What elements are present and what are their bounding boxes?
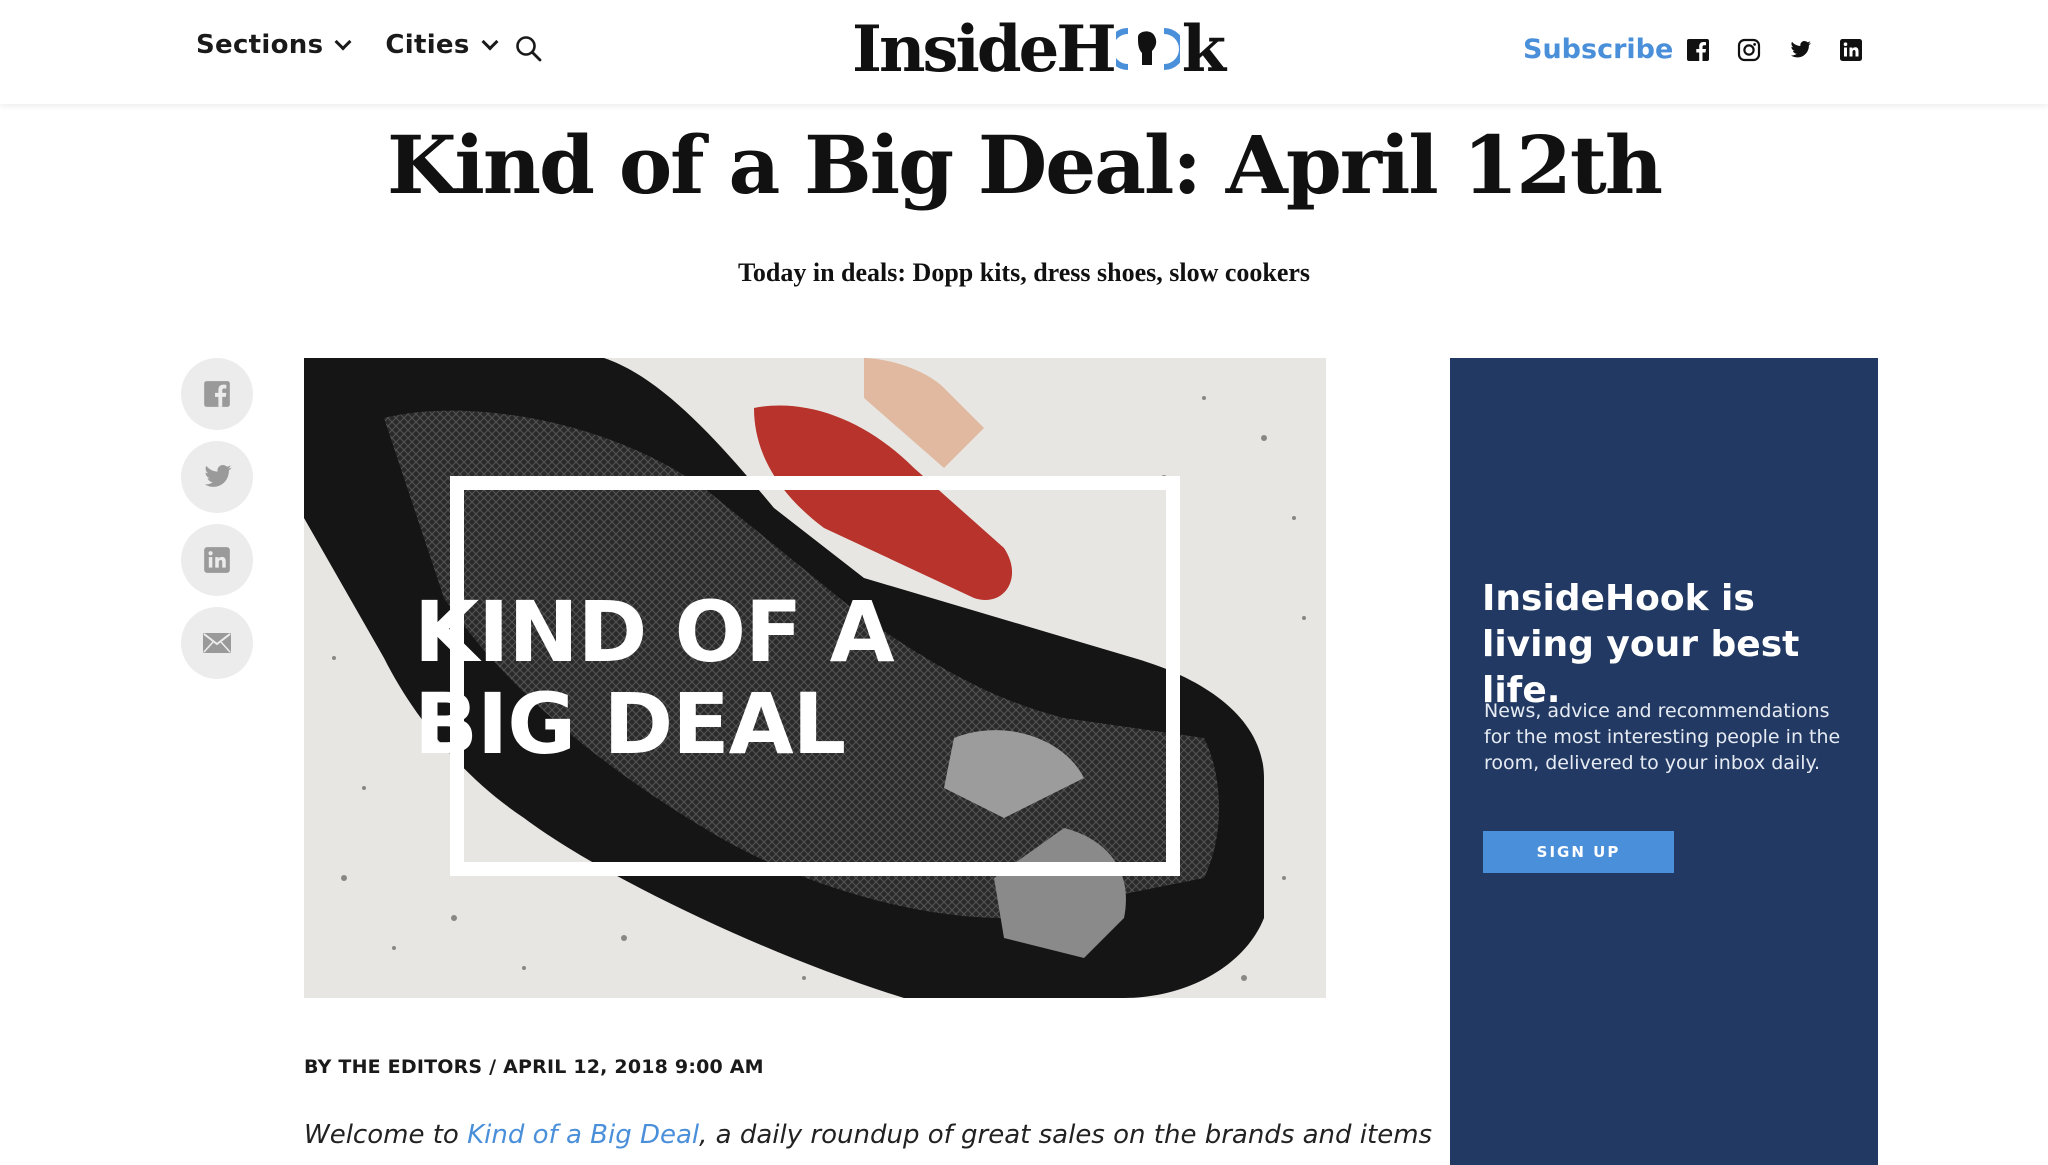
linkedin-icon	[204, 547, 230, 573]
logo-hook-mark	[1115, 25, 1180, 73]
hero-line-2: BIG DEAL	[414, 675, 846, 773]
chevron-down-icon	[481, 33, 499, 51]
article-byline: BY THE EDITORS / APRIL 12, 2018 9:00 AM	[304, 1056, 764, 1078]
intro-prefix: Welcome to	[304, 1120, 468, 1150]
nav-cities[interactable]: Cities	[385, 30, 499, 60]
nav-sections[interactable]: Sections	[196, 30, 352, 60]
hero-image: KIND OF A BIG DEAL	[304, 358, 1326, 998]
primary-nav: Sections Cities	[196, 30, 532, 60]
hero-line-1: KIND OF A	[414, 583, 895, 681]
nav-cities-label: Cities	[385, 30, 470, 60]
linkedin-icon[interactable]	[1839, 38, 1863, 62]
article-intro: Welcome to Kind of a Big Deal, a daily r…	[304, 1120, 1432, 1150]
search-button[interactable]	[514, 34, 544, 64]
logo-text-right: k	[1181, 11, 1226, 87]
share-linkedin-button[interactable]	[181, 524, 253, 596]
chevron-down-icon	[334, 33, 352, 51]
site-logo[interactable]: InsideH k	[852, 11, 1226, 87]
instagram-icon[interactable]	[1737, 38, 1761, 62]
ad-title: InsideHook is living your best life.	[1482, 578, 1800, 711]
article-title: Kind of a Big Deal: April 12th	[386, 118, 1663, 212]
twitter-icon	[204, 464, 232, 487]
hero-overlay-text: KIND OF A BIG DEAL	[304, 358, 1326, 998]
email-icon	[203, 633, 231, 653]
intro-suffix: , a daily roundup of great sales on the …	[699, 1120, 1433, 1150]
share-twitter-button[interactable]	[181, 441, 253, 513]
ad-description: News, advice and recommendations for the…	[1484, 700, 1841, 774]
share-facebook-button[interactable]	[181, 358, 253, 430]
share-bar	[181, 358, 253, 690]
nav-sections-label: Sections	[196, 30, 324, 60]
kind-of-a-big-deal-link[interactable]: Kind of a Big Deal	[467, 1120, 699, 1150]
newsletter-ad: InsideHook is living your best life. New…	[1450, 358, 1878, 1165]
share-email-button[interactable]	[181, 607, 253, 679]
subscribe-link[interactable]: Subscribe	[1523, 34, 1673, 65]
twitter-icon[interactable]	[1788, 38, 1812, 62]
article-dek: Today in deals: Dopp kits, dress shoes, …	[737, 258, 1311, 287]
logo-text-left: InsideH	[852, 11, 1117, 87]
sign-up-button[interactable]: SIGN UP	[1483, 831, 1674, 873]
site-header: Sections Cities InsideH k Subscribe	[0, 0, 2048, 104]
facebook-icon[interactable]	[1686, 38, 1710, 62]
search-icon	[516, 36, 542, 62]
facebook-icon	[204, 381, 230, 407]
header-social-links	[1686, 38, 1890, 62]
